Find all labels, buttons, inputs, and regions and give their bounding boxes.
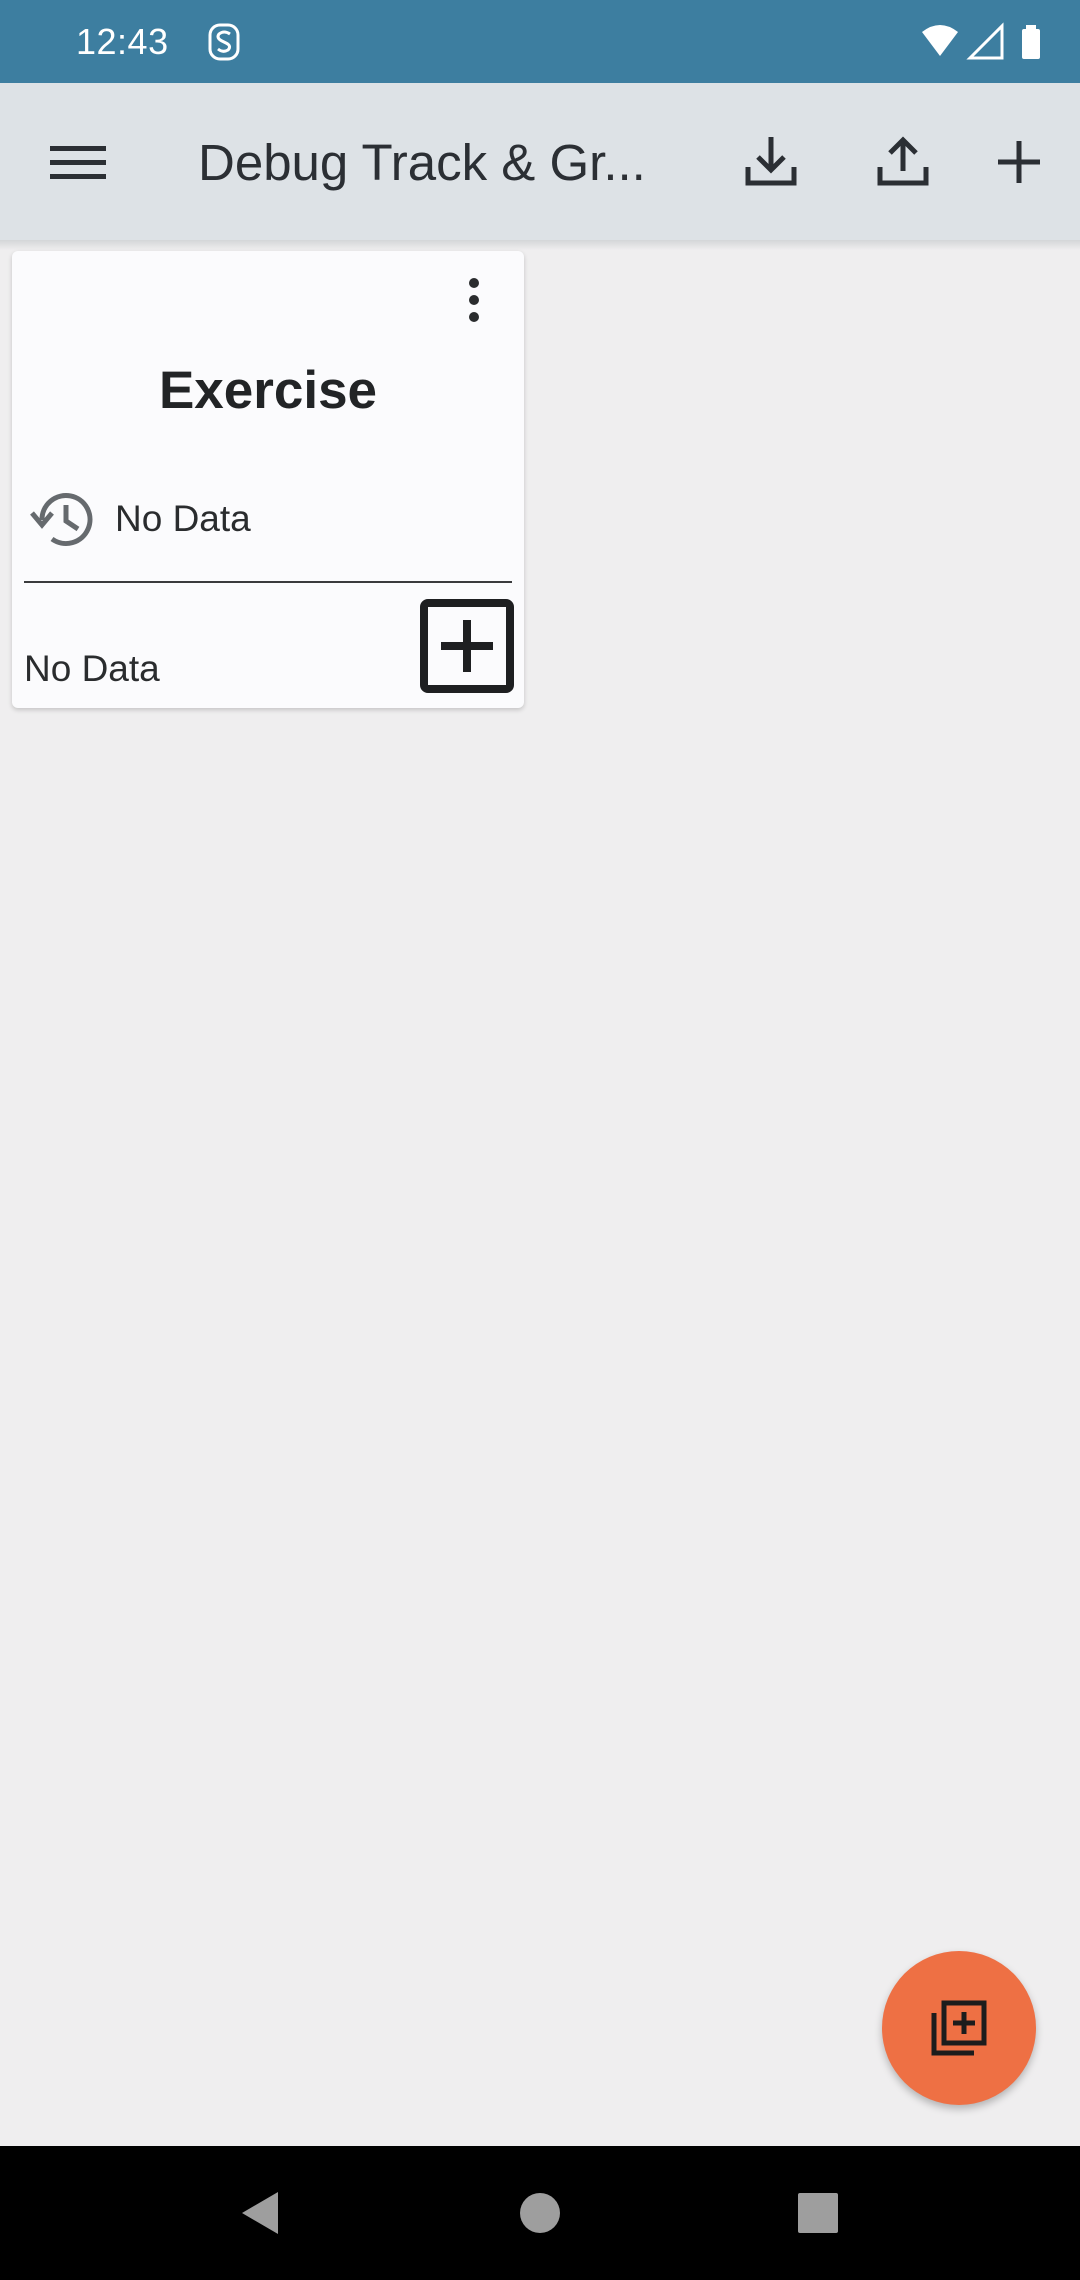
- upload-icon[interactable]: [870, 129, 936, 195]
- app-bar: Debug Track & Gr...: [0, 83, 1080, 240]
- cell-signal-icon: [966, 22, 1004, 60]
- add-icon[interactable]: [986, 129, 1052, 195]
- page-title: Debug Track & Gr...: [198, 134, 646, 191]
- back-triangle-icon[interactable]: [220, 2176, 300, 2250]
- tracker-value-text: No Data: [24, 648, 160, 689]
- card-divider: [24, 581, 512, 583]
- notification-s-icon: [208, 23, 240, 61]
- menu-icon[interactable]: [42, 134, 114, 190]
- history-icon: [30, 493, 93, 546]
- tracker-title: Exercise: [158, 361, 378, 420]
- battery-icon: [1022, 25, 1040, 59]
- system-nav-bar: [0, 2146, 1080, 2280]
- recents-square-icon[interactable]: [778, 2176, 858, 2250]
- tracker-card[interactable]: Exercise No Data No Data: [12, 251, 524, 708]
- status-icons: [922, 22, 1040, 60]
- download-icon[interactable]: [738, 129, 804, 195]
- add-group-fab[interactable]: [882, 1951, 1036, 2105]
- app-bar-shadow: [0, 240, 1080, 250]
- wifi-icon: [922, 25, 958, 56]
- home-circle-icon[interactable]: [500, 2176, 580, 2250]
- status-time: 12:43: [76, 21, 169, 62]
- add-box-icon[interactable]: [419, 598, 515, 694]
- add-to-photos-icon: [931, 2000, 987, 2056]
- status-bar: 12:43: [0, 0, 1080, 83]
- last-tracked-text: No Data: [115, 498, 251, 539]
- more-vert-icon[interactable]: [452, 273, 496, 333]
